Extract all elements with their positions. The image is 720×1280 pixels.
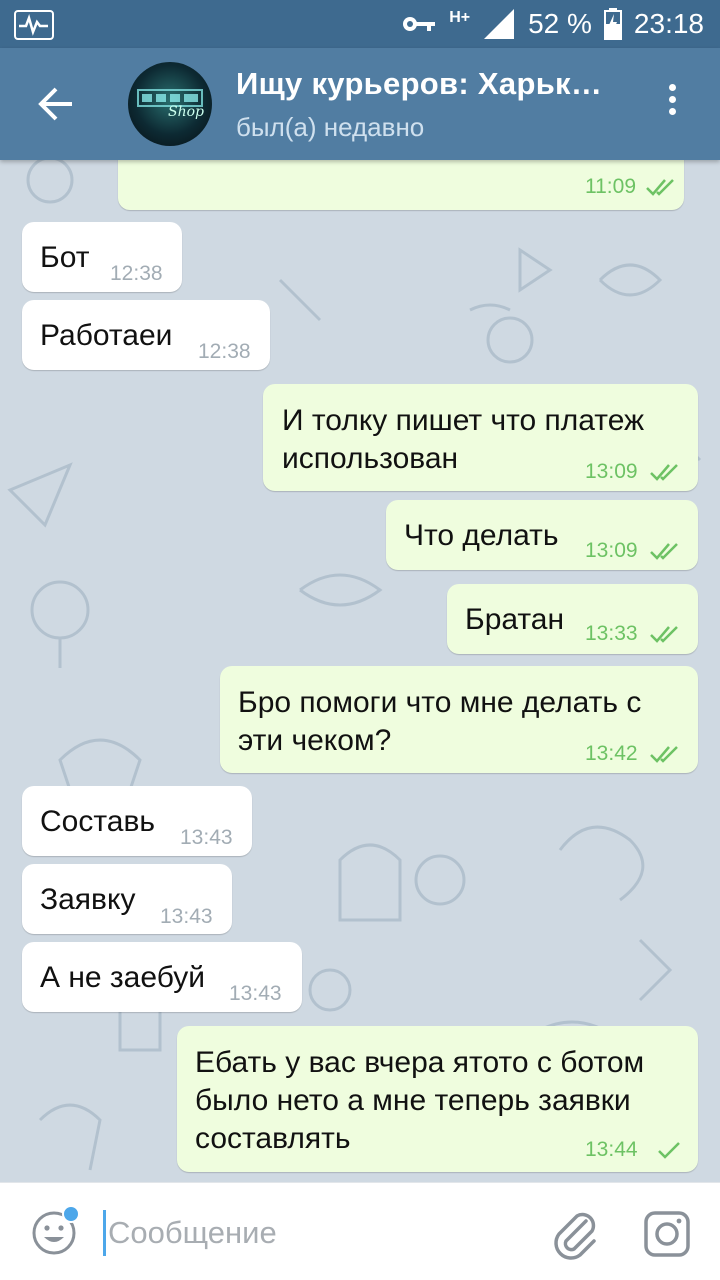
single-check-icon	[658, 1142, 680, 1159]
battery-icon	[603, 8, 622, 40]
network-type: H+	[449, 9, 471, 26]
message-time: 13:42	[585, 742, 638, 765]
avatar-shop-label: Shop	[168, 104, 204, 120]
message-text: использован	[282, 442, 459, 475]
clock: 23:18	[633, 8, 704, 39]
message-text: Братан	[465, 603, 565, 636]
message-time: 13:43	[229, 982, 282, 1005]
message-time: 13:43	[180, 826, 233, 849]
double-check-icon	[646, 179, 674, 196]
chat-title[interactable]: Ищу курьеров: Харьк…	[236, 66, 602, 102]
message-bubble-incoming[interactable]: Работаеи 12:38	[22, 300, 270, 370]
message-bubble-outgoing[interactable]: Что делать 13:09	[386, 500, 698, 570]
camera-icon[interactable]	[642, 1209, 692, 1259]
more-vert-icon[interactable]	[662, 84, 682, 124]
avatar[interactable]: Shop	[128, 62, 212, 146]
message-text: Бро помоги что мне делать с	[238, 686, 642, 719]
message-bubble-outgoing[interactable]: И толку пишет что платеж использован 13:…	[263, 384, 698, 491]
message-bubble-outgoing[interactable]: Бро помоги что мне делать с эти чеком? 1…	[220, 666, 698, 773]
message-bubble-outgoing[interactable]: Братан 13:33	[447, 584, 698, 654]
double-check-icon	[650, 464, 678, 481]
message-time: 12:38	[198, 340, 251, 363]
message-text: Работаеи	[40, 319, 173, 352]
message-time: 13:44	[585, 1138, 638, 1161]
double-check-icon	[650, 543, 678, 560]
message-text: эти чеком?	[238, 724, 392, 757]
activity-icon	[14, 10, 54, 40]
message-text: Что делать	[404, 519, 559, 552]
text-caret	[103, 1210, 106, 1256]
back-arrow-icon[interactable]	[36, 84, 76, 124]
message-text: было нето а мне теперь заявки	[195, 1084, 631, 1117]
message-time: 13:33	[585, 622, 638, 645]
double-check-icon	[650, 746, 678, 763]
message-text: Ебать у вас вчера ятото с ботом	[195, 1046, 645, 1079]
notification-dot	[62, 1205, 80, 1223]
message-text: Бот	[40, 241, 90, 274]
message-time: 13:09	[585, 460, 638, 483]
chat-header: Shop Ищу курьеров: Харьк… был(а) недавно	[0, 48, 720, 160]
message-bubble-outgoing[interactable]: Ебать у вас вчера ятото с ботом было нет…	[177, 1026, 698, 1172]
message-time: 12:38	[110, 262, 163, 285]
message-bubble-incoming[interactable]: Бот 12:38	[22, 222, 182, 292]
message-bubble-incoming[interactable]: Составь 13:43	[22, 786, 252, 856]
message-input[interactable]	[108, 1211, 528, 1255]
message-bubble-outgoing[interactable]: 11:09	[118, 160, 684, 210]
message-bubble-incoming[interactable]: Заявку 13:43	[22, 864, 232, 934]
message-composer	[0, 1182, 720, 1280]
double-check-icon	[650, 626, 678, 643]
message-text: А не заебуй	[40, 961, 205, 994]
key-icon	[403, 17, 436, 31]
battery-percent: 52 %	[528, 8, 592, 39]
message-time: 11:09	[585, 175, 636, 198]
signal-icon	[484, 9, 515, 39]
message-list[interactable]: 11:09 Бот 12:38 Работаеи 12:38 И толку п…	[0, 160, 720, 1182]
chat-status: был(а) недавно	[236, 112, 425, 142]
message-text: составлять	[195, 1122, 351, 1155]
message-time: 13:43	[160, 905, 213, 928]
paperclip-icon[interactable]	[550, 1207, 600, 1261]
message-bubble-incoming[interactable]: А не заебуй 13:43	[22, 942, 302, 1012]
status-bar: H+ 52 % 23:18	[0, 0, 720, 48]
message-text: И толку пишет что платеж	[282, 404, 645, 437]
message-time: 13:09	[585, 539, 638, 562]
message-text: Заявку	[40, 883, 136, 916]
message-text: Составь	[40, 805, 156, 838]
